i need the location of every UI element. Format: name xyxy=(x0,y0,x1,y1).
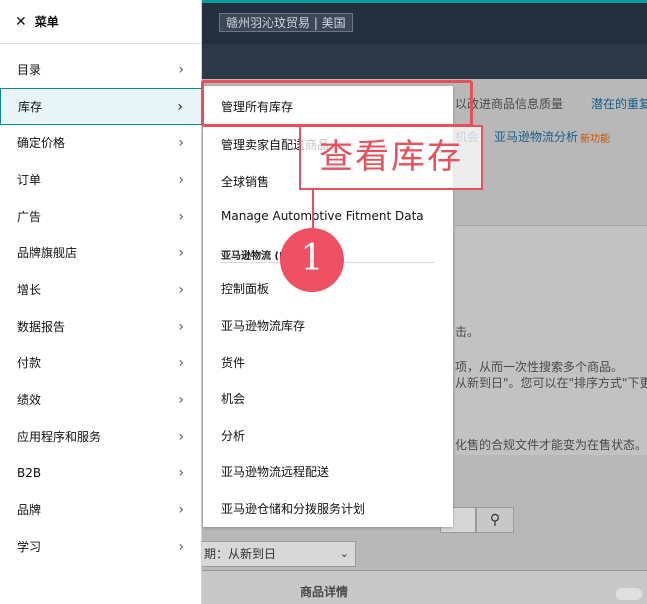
close-icon[interactable]: ✕ xyxy=(15,14,27,30)
menu-item-label: 数据报告 xyxy=(17,320,66,334)
search-button[interactable]: ⚲ xyxy=(476,507,514,533)
menu-item-10[interactable]: 应用程序和服务 › xyxy=(0,418,202,455)
menu-item-label: 确定价格 xyxy=(17,136,66,150)
menu-item-label: 订单 xyxy=(17,173,42,187)
chevron-right-icon: › xyxy=(178,501,184,518)
step-number-badge: 1 xyxy=(280,228,344,292)
menu-title: 菜单 xyxy=(34,15,59,29)
bg-link-duplicates[interactable]: 潜在的重复 xyxy=(591,95,647,112)
menu-item-0[interactable]: 目录 › xyxy=(0,51,202,88)
menu-item-2[interactable]: 确定价格 › xyxy=(0,124,202,161)
chevron-right-icon: › xyxy=(178,354,184,371)
submenu-item-analytics[interactable]: 分析 xyxy=(221,427,245,444)
submenu-item-dashboard[interactable]: 控制面板 xyxy=(221,280,269,297)
menu-item-12[interactable]: 品牌 › xyxy=(0,491,202,528)
menu-header: ✕ 菜单 xyxy=(0,0,201,44)
menu-item-label: 品牌 xyxy=(17,503,42,517)
chevron-right-icon: › xyxy=(178,391,184,408)
chevron-right-icon: › xyxy=(178,134,184,151)
chevron-right-icon: › xyxy=(178,171,184,188)
menu-item-label: 库存 xyxy=(18,100,43,114)
menu-item-3[interactable]: 订单 › xyxy=(0,161,202,198)
store-selector[interactable]: 赣州羽沁玟贸易 | 美国 xyxy=(219,13,353,32)
menu-item-6[interactable]: 增长 › xyxy=(0,271,202,308)
chevron-right-icon: › xyxy=(178,61,184,78)
submenu-section-fba-heading: 亚马逊物流 (F xyxy=(221,251,286,262)
chevron-right-icon: › xyxy=(178,428,184,445)
menu-item-9[interactable]: 绩效 › xyxy=(0,381,202,418)
submenu-item-remote-fulfillment[interactable]: 亚马逊物流远程配送 xyxy=(221,463,329,480)
submenu-item-awd[interactable]: 亚马逊仓储和分拨服务计划 xyxy=(221,500,365,517)
submenu-item-automotive-fitment[interactable]: Manage Automotive Fitment Data xyxy=(221,209,424,223)
menu-item-label: 绩效 xyxy=(17,393,42,407)
menu-item-13[interactable]: 学习 › xyxy=(0,528,202,565)
callout-view-inventory: 查看库存 xyxy=(299,125,483,190)
menu-item-5[interactable]: 品牌旗舰店 › xyxy=(0,234,202,271)
column-product-details: 商品详情 xyxy=(300,585,349,599)
menu-item-11[interactable]: B2B › xyxy=(0,454,202,491)
menu-item-4[interactable]: 广告 › xyxy=(0,198,202,235)
chevron-down-icon: ⌄ xyxy=(339,547,349,560)
menu-item-label: 品牌旗舰店 xyxy=(17,246,78,260)
sort-dropdown[interactable]: 期：从新到日 ⌄ xyxy=(202,541,356,567)
callout-connector xyxy=(312,190,314,228)
menu-item-7[interactable]: 数据报告 › xyxy=(0,308,202,345)
menu-item-8[interactable]: 付款 › xyxy=(0,344,202,381)
menu-item-label: 增长 xyxy=(17,283,42,297)
menu-item-label: 应用程序和服务 xyxy=(17,430,102,444)
toggle-switch[interactable] xyxy=(616,588,642,600)
chevron-right-icon: › xyxy=(178,281,184,298)
submenu-item-opportunities[interactable]: 机会 xyxy=(221,390,245,407)
bg-text-line-4: 化售的合规文件才能变为在售状态。了 xyxy=(455,438,647,452)
menu-item-1[interactable]: 库存 › xyxy=(0,88,202,125)
chevron-right-icon: › xyxy=(177,98,183,115)
chevron-right-icon: › xyxy=(178,244,184,261)
submenu-item-shipments[interactable]: 货件 xyxy=(221,354,245,371)
chevron-right-icon: › xyxy=(178,318,184,335)
bg-text-line-2: 项，从而一次性搜索多个商品。 xyxy=(455,360,624,374)
menu-item-label: 学习 xyxy=(17,540,42,554)
search-icon: ⚲ xyxy=(489,512,501,528)
sort-label: 期：从新到日 xyxy=(204,547,277,561)
bg-text-line-3: 从新到日"。您可以在"排序方式"下更改 xyxy=(455,376,647,390)
bg-text-line-1: 击。 xyxy=(455,325,480,339)
bg-link-fba-analytics[interactable]: 亚马逊物流分析 xyxy=(494,128,578,145)
chevron-right-icon: › xyxy=(178,208,184,225)
new-feature-badge: 新功能 xyxy=(580,134,610,145)
chevron-right-icon: › xyxy=(178,464,184,481)
submenu-item-global-selling[interactable]: 全球销售 xyxy=(221,173,269,190)
main-menu: ✕ 菜单 目录 › 库存 › 确定价格 › 订单 › 广告 › 品牌旗舰店 › 增长 › 数据报告 › 付款 › 绩… xyxy=(0,0,202,604)
menu-item-label: 目录 xyxy=(17,63,42,77)
submenu-item-fba-inventory[interactable]: 亚马逊物流库存 xyxy=(221,317,305,334)
chevron-right-icon: › xyxy=(178,538,184,555)
menu-item-label: 付款 xyxy=(17,356,42,370)
highlight-box xyxy=(201,80,473,127)
table-header: 商品详情 xyxy=(202,570,647,604)
menu-item-label: B2B xyxy=(17,465,42,480)
menu-item-label: 广告 xyxy=(17,210,42,224)
background-panel xyxy=(455,225,647,455)
